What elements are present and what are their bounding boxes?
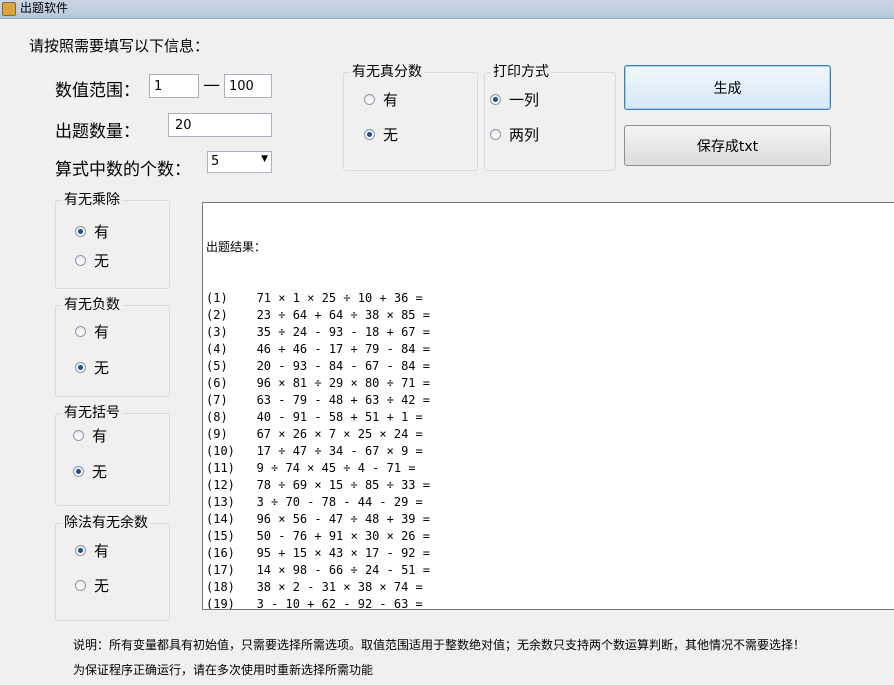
result-line: (9) 67 × 26 × 7 × 25 × 24 = xyxy=(206,427,423,441)
negative-group: 有无负数 xyxy=(55,296,170,397)
window-title: 出题软件 xyxy=(20,1,69,15)
results-header: 出题结果： xyxy=(206,240,267,254)
result-line: (14) 96 × 56 - 47 ÷ 48 + 39 = xyxy=(206,512,430,526)
result-line: (19) 3 - 10 + 62 - 92 - 63 = xyxy=(206,597,423,610)
generate-button[interactable]: 生成 xyxy=(624,65,831,110)
result-line: (18) 38 × 2 - 31 × 38 × 74 = xyxy=(206,580,423,594)
muldiv-group: 有无乘除 xyxy=(55,191,170,289)
radio-unchecked-icon xyxy=(75,580,86,591)
result-line: (5) 20 - 93 - 84 - 67 - 84 = xyxy=(206,359,430,373)
chevron-down-icon: ▼ xyxy=(261,154,268,164)
bracket-option-yes[interactable]: 有 xyxy=(73,425,107,446)
radio-checked-icon xyxy=(75,226,86,237)
title-bar: 出题软件 xyxy=(0,0,894,19)
result-line: (3) 35 ÷ 24 - 93 - 18 + 67 = xyxy=(206,325,430,339)
results-list: (1) 71 × 1 × 25 ÷ 10 + 36 = (2) 23 ÷ 64 +… xyxy=(206,290,891,610)
radio-checked-icon xyxy=(490,94,501,105)
radio-checked-icon xyxy=(364,129,375,140)
operands-select[interactable]: 5 ▼ xyxy=(207,151,272,173)
radio-checked-icon xyxy=(73,466,84,477)
remainder-group-title: 除法有无余数 xyxy=(62,514,150,532)
fraction-group-title: 有无真分数 xyxy=(350,63,424,81)
print-mode-group: 打印方式 xyxy=(484,63,616,171)
operands-label: 算式中数的个数： xyxy=(55,160,191,180)
result-line: (7) 63 - 79 - 48 + 63 ÷ 42 = xyxy=(206,393,430,407)
negative-option-no[interactable]: 无 xyxy=(75,357,109,378)
result-line: (8) 40 - 91 - 58 + 51 + 1 = xyxy=(206,410,423,424)
count-label: 出题数量： xyxy=(55,122,140,142)
range-label: 数值范围： xyxy=(55,81,140,101)
print-option-two-columns[interactable]: 两列 xyxy=(490,124,539,145)
muldiv-group-title: 有无乘除 xyxy=(62,191,122,209)
count-input[interactable] xyxy=(168,113,272,137)
radio-checked-icon xyxy=(75,362,86,373)
remainder-option-yes[interactable]: 有 xyxy=(75,540,109,561)
operands-selected-value: 5 xyxy=(211,154,220,169)
radio-checked-icon xyxy=(75,545,86,556)
results-textarea[interactable]: 出题结果： (1) 71 × 1 × 25 ÷ 10 + 36 = (2) 23 … xyxy=(202,202,894,610)
result-line: (4) 46 + 46 - 17 + 79 - 84 = xyxy=(206,342,430,356)
app-icon xyxy=(2,2,16,16)
note-line-1: 说明：所有变量都具有初始值，只需要选择所需选项。取值范围适用于整数绝对值；无余数… xyxy=(73,638,806,652)
print-mode-group-title: 打印方式 xyxy=(491,63,551,81)
muldiv-option-no[interactable]: 无 xyxy=(75,250,109,271)
range-min-input[interactable] xyxy=(149,74,199,98)
save-txt-button[interactable]: 保存成txt xyxy=(624,125,831,166)
range-max-input[interactable] xyxy=(224,74,272,98)
result-line: (13) 3 ÷ 70 - 78 - 44 - 29 = xyxy=(206,495,423,509)
muldiv-option-yes[interactable]: 有 xyxy=(75,221,109,242)
bracket-group-title: 有无括号 xyxy=(62,404,122,422)
radio-unchecked-icon xyxy=(490,129,501,140)
negative-option-yes[interactable]: 有 xyxy=(75,321,109,342)
result-line: (12) 78 ÷ 69 × 15 ÷ 85 ÷ 33 = xyxy=(206,478,430,492)
note-line-2: 为保证程序正确运行，请在多次使用时重新选择所需功能 xyxy=(73,663,374,677)
radio-unchecked-icon xyxy=(75,255,86,266)
range-dash: — xyxy=(203,75,220,95)
instruction-label: 请按照需要填写以下信息： xyxy=(29,37,210,55)
radio-unchecked-icon xyxy=(75,326,86,337)
result-line: (1) 71 × 1 × 25 ÷ 10 + 36 = xyxy=(206,291,423,305)
result-line: (10) 17 ÷ 47 ÷ 34 - 67 × 9 = xyxy=(206,444,423,458)
result-line: (16) 95 + 15 × 43 × 17 - 92 = xyxy=(206,546,430,560)
bracket-option-no[interactable]: 无 xyxy=(73,461,107,482)
fraction-option-no[interactable]: 无 xyxy=(364,124,398,145)
print-option-one-column[interactable]: 一列 xyxy=(490,89,539,110)
result-line: (17) 14 × 98 - 66 ÷ 24 - 51 = xyxy=(206,563,430,577)
remainder-option-no[interactable]: 无 xyxy=(75,575,109,596)
radio-unchecked-icon xyxy=(73,430,84,441)
negative-group-title: 有无负数 xyxy=(62,296,122,314)
result-line: (2) 23 ÷ 64 + 64 ÷ 38 × 85 = xyxy=(206,308,430,322)
radio-unchecked-icon xyxy=(364,94,375,105)
fraction-option-yes[interactable]: 有 xyxy=(364,89,398,110)
fraction-group: 有无真分数 xyxy=(343,63,478,171)
result-line: (11) 9 ÷ 74 × 45 ÷ 4 - 71 = xyxy=(206,461,416,475)
result-line: (6) 96 × 81 ÷ 29 × 80 ÷ 71 = xyxy=(206,376,430,390)
remainder-group: 除法有无余数 xyxy=(55,514,170,621)
result-line: (15) 50 - 76 + 91 × 30 × 26 = xyxy=(206,529,430,543)
